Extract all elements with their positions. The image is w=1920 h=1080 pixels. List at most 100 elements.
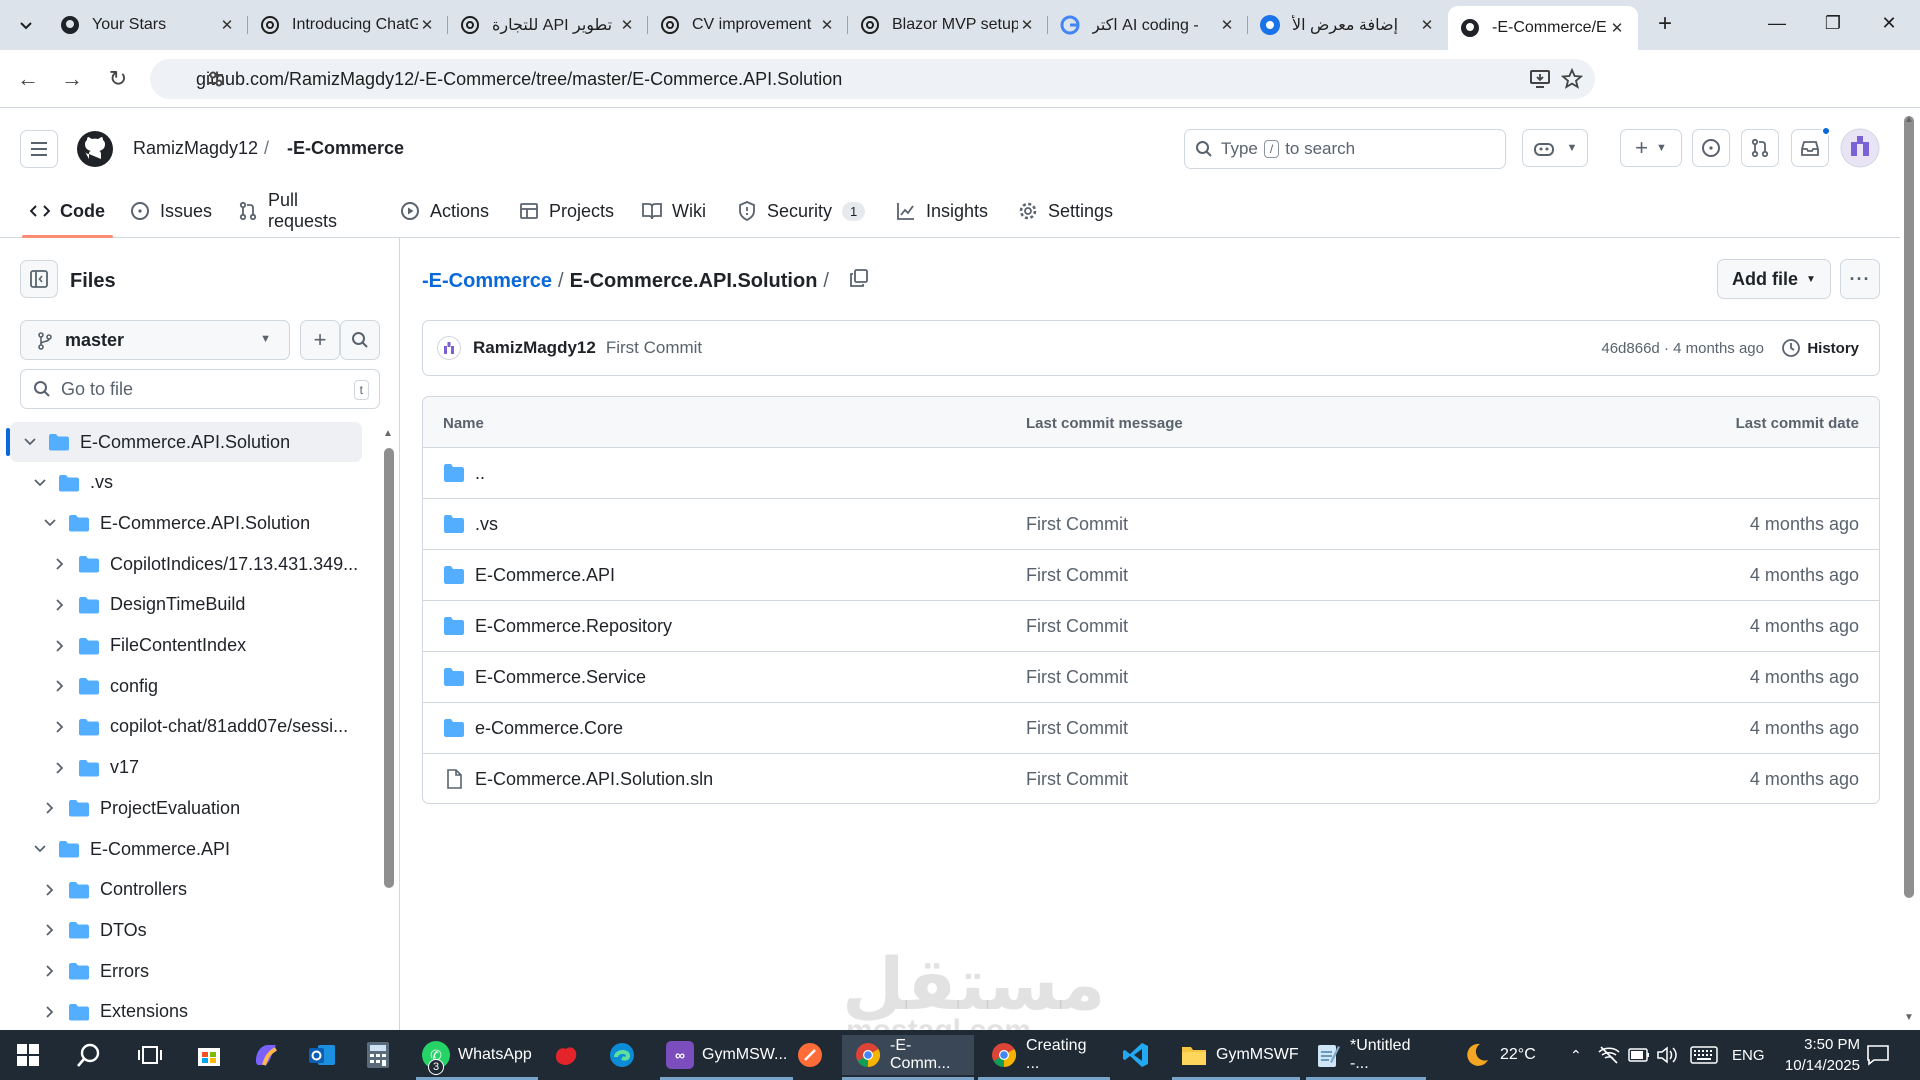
create-new-button[interactable]: + ▼ (1620, 129, 1682, 167)
tab-pull-requests[interactable]: Pull requests (238, 184, 337, 238)
chevron-right-icon[interactable] (42, 800, 58, 816)
table-row[interactable]: e-Commerce.Core First Commit 4 months ago (423, 703, 1879, 754)
github-logo-icon[interactable] (76, 130, 114, 173)
file-name-link[interactable]: E-Commerce.API (475, 565, 615, 586)
tab-insights[interactable]: Insights (896, 184, 988, 238)
tree-item[interactable]: Controllers (10, 870, 362, 910)
copilot-app-icon[interactable] (252, 1030, 280, 1080)
close-icon[interactable]: ✕ (218, 16, 236, 34)
commit-author-avatar[interactable] (437, 336, 461, 360)
reload-button[interactable]: ↻ (102, 63, 134, 95)
chevron-right-icon[interactable] (52, 678, 68, 694)
browser-tab-active[interactable]: -E-Commerce/E ✕ (1448, 6, 1638, 50)
chevron-right-icon[interactable] (42, 882, 58, 898)
star-icon[interactable] (1560, 67, 1584, 91)
task-view-icon[interactable] (138, 1030, 162, 1080)
battery-icon[interactable] (1628, 1030, 1650, 1080)
tree-item[interactable]: v17 (10, 748, 362, 788)
weather-moon-icon[interactable] (1464, 1030, 1490, 1080)
red-app-icon[interactable] (552, 1030, 580, 1080)
outlook-icon[interactable] (308, 1030, 336, 1080)
chevron-down-icon[interactable] (32, 841, 48, 857)
tree-item[interactable]: ProjectEvaluation (10, 788, 362, 828)
parent-directory-row[interactable]: .. (423, 448, 1879, 499)
close-icon[interactable]: ✕ (618, 16, 636, 34)
file-name-link[interactable]: E-Commerce.Repository (475, 616, 672, 637)
chevron-right-icon[interactable] (52, 719, 68, 735)
new-tab-button[interactable]: + (1652, 12, 1678, 38)
taskbar-app-whatsapp[interactable]: ✆ WhatsApp 3 (416, 1035, 538, 1080)
close-window-button[interactable]: ✕ (1858, 0, 1920, 46)
network-off-icon[interactable] (1598, 1030, 1620, 1080)
tab-wiki[interactable]: Wiki (642, 184, 706, 238)
issues-button[interactable] (1692, 129, 1730, 167)
pull-requests-button[interactable] (1741, 129, 1779, 167)
minimize-button[interactable]: — (1746, 0, 1808, 46)
calculator-icon[interactable] (366, 1030, 390, 1080)
chevron-down-icon[interactable] (22, 434, 38, 450)
collapse-sidebar-button[interactable] (20, 260, 58, 298)
table-row[interactable]: E-Commerce.Service First Commit 4 months a… (423, 652, 1879, 703)
commit-message[interactable]: First Commit (606, 338, 702, 358)
search-icon[interactable] (76, 1030, 102, 1080)
search-files-button[interactable] (340, 320, 380, 360)
file-name-link[interactable]: .vs (475, 514, 498, 535)
tree-item[interactable]: E-Commerce.API.Solution (6, 422, 362, 462)
file-name-link[interactable]: e-Commerce.Core (475, 718, 623, 739)
tree-item[interactable]: .vs (10, 463, 362, 503)
go-to-file-input[interactable]: Go to file t (20, 369, 380, 409)
store-icon[interactable] (196, 1030, 222, 1080)
commit-author[interactable]: RamizMagdy12 (473, 338, 596, 358)
tree-item[interactable]: Extensions (10, 992, 362, 1030)
browser-tab[interactable]: إضافة معرض الأ ✕ (1248, 6, 1448, 44)
chevron-right-icon[interactable] (52, 760, 68, 776)
scroll-up-arrow[interactable]: ▲ (383, 428, 393, 439)
taskbar-app-file-explorer[interactable]: GymMSWF (1172, 1035, 1300, 1080)
file-name-link[interactable]: E-Commerce.Service (475, 667, 646, 688)
commit-meta[interactable]: 46d866d · 4 months ago (1601, 340, 1764, 357)
table-row[interactable]: .vs First Commit 4 months ago (423, 499, 1879, 550)
add-file-sidebar-button[interactable]: + (300, 320, 340, 360)
close-icon[interactable]: ✕ (818, 16, 836, 34)
windows-start-icon[interactable] (16, 1030, 40, 1080)
close-icon[interactable]: ✕ (418, 16, 436, 34)
keyboard-icon[interactable] (1690, 1030, 1718, 1080)
tree-item[interactable]: copilot-chat/81add07e/sessi... (10, 707, 362, 747)
file-name-link[interactable]: E-Commerce.API.Solution.sln (475, 769, 713, 790)
add-file-button[interactable]: Add file ▼ (1717, 259, 1831, 299)
back-button[interactable]: ← (12, 63, 44, 95)
repo-owner-link[interactable]: RamizMagdy12 (133, 138, 258, 159)
copilot-button[interactable]: ▼ (1522, 129, 1588, 167)
input-language[interactable]: ENG (1732, 1030, 1765, 1080)
vscode-icon[interactable] (1122, 1030, 1150, 1080)
tab-search-button[interactable] (10, 10, 42, 40)
taskbar-app-chrome-github[interactable]: -E-Comm... (842, 1035, 974, 1080)
page-scrollbar[interactable] (1904, 116, 1914, 898)
tree-item[interactable]: FileContentIndex (10, 626, 362, 666)
site-info-icon[interactable] (206, 69, 228, 94)
sidebar-scrollbar[interactable] (384, 448, 394, 888)
file-commit-message[interactable]: First Commit (1026, 514, 1128, 535)
tree-item[interactable]: config (10, 666, 362, 706)
system-clock[interactable]: 3:50 PM 10/14/2025 (1785, 1034, 1860, 1076)
close-icon[interactable]: ✕ (1418, 16, 1436, 34)
table-row[interactable]: E-Commerce.API.Solution.sln First Commit 4… (423, 754, 1879, 803)
edge-icon[interactable] (608, 1030, 636, 1080)
tab-issues[interactable]: Issues (130, 184, 212, 238)
chevron-right-icon[interactable] (42, 963, 58, 979)
tab-code[interactable]: Code (22, 184, 113, 238)
close-icon[interactable]: ✕ (1018, 16, 1036, 34)
taskbar-app-notepad[interactable]: *Untitled -... (1306, 1035, 1426, 1080)
table-row[interactable]: E-Commerce.Repository First Commit 4 month… (423, 601, 1879, 652)
close-icon[interactable]: ✕ (1608, 19, 1626, 37)
browser-tab[interactable]: Introducing ChatGPT ✕ (248, 6, 448, 44)
history-link[interactable]: History (1781, 338, 1859, 358)
restore-button[interactable]: ❐ (1802, 0, 1864, 46)
notification-center-icon[interactable] (1866, 1030, 1890, 1080)
file-commit-message[interactable]: First Commit (1026, 718, 1128, 739)
tree-item[interactable]: DesignTimeBuild (10, 585, 362, 625)
file-commit-message[interactable]: First Commit (1026, 667, 1128, 688)
browser-tab[interactable]: اكتر AI coding - ✕ (1048, 6, 1248, 44)
chevron-right-icon[interactable] (52, 638, 68, 654)
browser-tab[interactable]: Blazor MVP setup ✕ (848, 6, 1048, 44)
